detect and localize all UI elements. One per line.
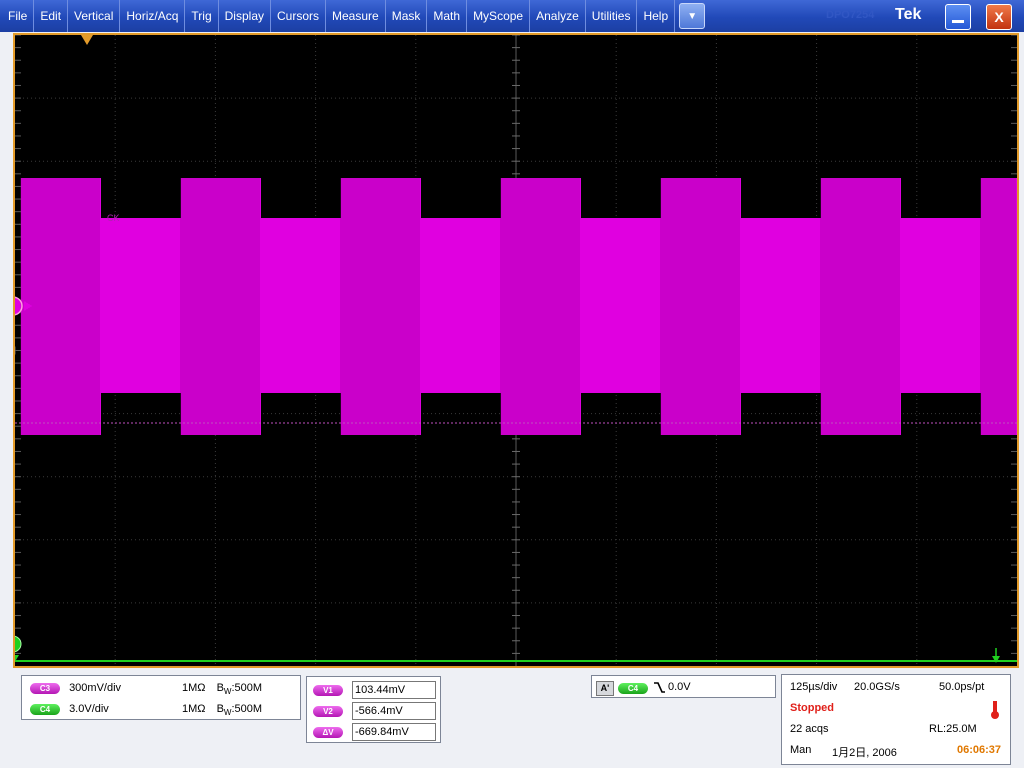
burst-low [901, 218, 981, 393]
ch3-row[interactable]: C3 300mV/div [30, 682, 121, 694]
trigger-position-marker [81, 35, 93, 45]
ch4-offset-marker [15, 635, 22, 653]
ch4-badge[interactable]: C4 [30, 704, 60, 715]
ch4-bw-value: :500M [231, 703, 263, 715]
waveform-display[interactable]: CK 3 4 [13, 33, 1019, 668]
graticule: CK 3 4 [15, 35, 1017, 666]
menu-math[interactable]: Math [427, 0, 468, 32]
menu-utilities[interactable]: Utilities [586, 0, 638, 32]
minimize-icon [952, 19, 964, 23]
chevron-down-icon[interactable]: ▼ [679, 3, 706, 29]
menu-horiz-acq[interactable]: Horiz/Acq [120, 0, 186, 32]
menu-myscope[interactable]: MyScope [467, 0, 531, 32]
menu-trig[interactable]: Trig [185, 0, 219, 32]
menu-measure[interactable]: Measure [326, 0, 386, 32]
tek-logo: Tek [895, 6, 922, 23]
trace-label: CK [107, 213, 120, 223]
burst-low [101, 218, 181, 393]
burst-low [581, 218, 661, 393]
menu-analyze[interactable]: Analyze [530, 0, 586, 32]
ch4-impedance: 1MΩ [182, 703, 206, 715]
cursor-delta-row: ΔV [313, 726, 343, 738]
menu-edit[interactable]: Edit [34, 0, 69, 32]
acquisition-mode: Man [790, 744, 812, 756]
model-label: DPO7254 [826, 9, 875, 21]
ch3-badge[interactable]: C3 [30, 683, 60, 694]
menu-cursors[interactable]: Cursors [271, 0, 327, 32]
burst-low [741, 218, 821, 393]
cursor-v1-value: 103.44mV [352, 681, 436, 699]
timebase: 125µs/div [790, 681, 838, 693]
ch4-scale: 3.0V/div [69, 703, 109, 715]
cursor-v1-badge: V1 [313, 685, 343, 696]
cursor-v1-row: V1 [313, 684, 343, 696]
ch4-coupling: 1MΩ BW:500M [182, 703, 262, 717]
ch3-impedance: 1MΩ [182, 682, 206, 694]
trigger-level: 0.0V [668, 681, 691, 693]
falling-edge-icon [654, 682, 665, 693]
burst-low [421, 218, 501, 393]
run-state: Stopped [790, 702, 834, 714]
ch3-bw-label: B [216, 682, 224, 694]
record-length: RL:25.0M [929, 723, 977, 735]
acquisition-panel[interactable]: 125µs/div 20.0GS/s 50.0ps/pt Stopped 22 … [781, 674, 1011, 765]
ch4-row[interactable]: C4 3.0V/div [30, 703, 109, 715]
thermometer-icon [991, 701, 999, 719]
trigger-channel-badge: C4 [618, 683, 648, 694]
menu-vertical[interactable]: Vertical [68, 0, 121, 32]
cursor-v2-badge: V2 [313, 706, 343, 717]
channel-settings-panel: C3 300mV/div 1MΩ BW:500M C4 3.0V/div 1MΩ… [21, 675, 301, 720]
date: 1月2日, 2006 [832, 747, 897, 759]
trigger-panel[interactable]: A' C4 0.0V [591, 675, 776, 698]
cursor-delta-value: -669.84mV [352, 723, 436, 741]
trigger-event-box: A' [596, 681, 614, 696]
ch3-waveform [20, 178, 1017, 435]
clock: 06:06:37 [957, 744, 1002, 756]
cursor-v2-row: V2 [313, 705, 343, 717]
acquisition-count: 22 acqs [790, 723, 829, 735]
ch3-scale: 300mV/div [69, 682, 122, 694]
ch4-bw-label: B [216, 703, 224, 715]
cursor-v2-value: -566.4mV [352, 702, 436, 720]
cursor-delta-badge: ΔV [313, 727, 343, 738]
burst-low [261, 218, 341, 393]
menu-file[interactable]: File [0, 0, 35, 32]
menu-mask[interactable]: Mask [386, 0, 428, 32]
cursor-readout-panel[interactable]: V1 103.44mV V2 -566.4mV ΔV -669.84mV [306, 676, 441, 743]
sample-rate: 20.0GS/s [854, 681, 900, 693]
minimize-button[interactable] [945, 4, 971, 30]
menu-display[interactable]: Display [219, 0, 271, 32]
close-icon: X [994, 9, 1004, 25]
menu-bar: File Edit Vertical Horiz/Acq Trig Displa… [0, 0, 1024, 32]
trigger-source: C4 [618, 682, 648, 694]
ch3-coupling: 1MΩ BW:500M [182, 682, 262, 696]
menu-help[interactable]: Help [637, 0, 676, 32]
resolution: 50.0ps/pt [939, 681, 985, 693]
ch3-bw-value: :500M [231, 682, 263, 694]
close-button[interactable]: X [986, 4, 1012, 30]
